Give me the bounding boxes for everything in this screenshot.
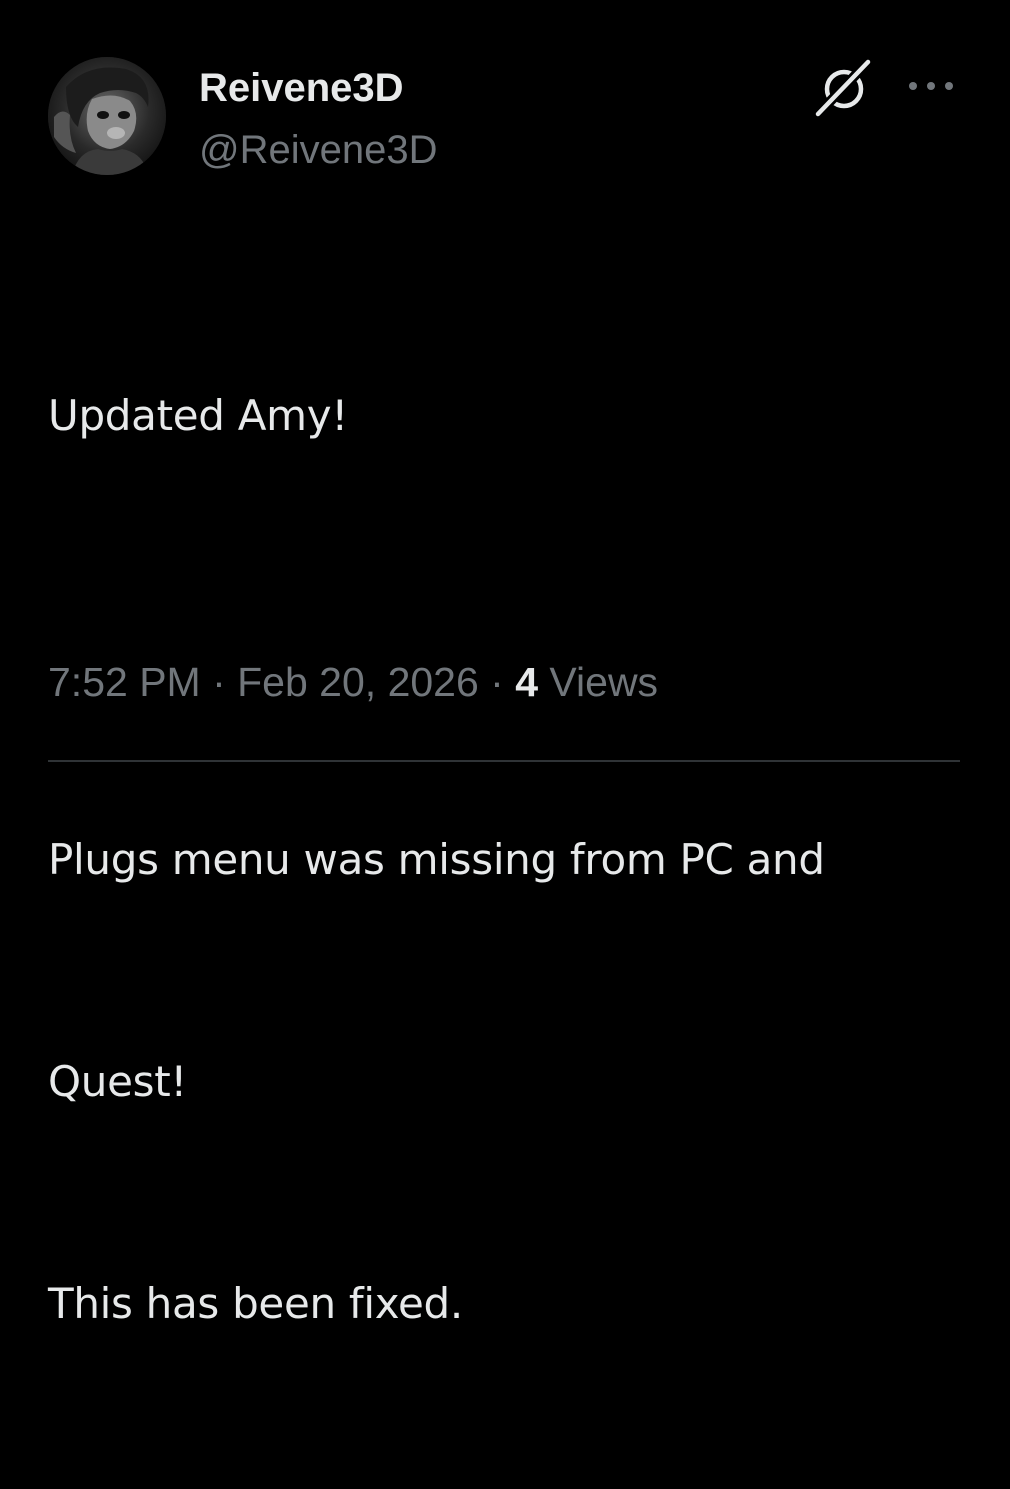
tweet-time-link[interactable]: 7:52 PM · Feb 20, 2026: [48, 659, 479, 705]
meta-separator: ·: [478, 659, 516, 705]
views-link[interactable]: 4 Views: [515, 659, 658, 705]
tweet-time: 7:52 PM: [48, 659, 201, 705]
tweet-text-line: Plugs menu was missing from PC and: [48, 835, 825, 884]
author-handle[interactable]: @Reivene3D: [199, 126, 438, 174]
author-avatar[interactable]: [48, 57, 166, 175]
tweet-meta: 7:52 PM · Feb 20, 2026 · 4 Views: [48, 656, 658, 708]
tweet-text-line: Quest!: [48, 1057, 187, 1106]
tweet-text-line: This has been fixed.: [48, 1279, 463, 1328]
more-options-button[interactable]: [903, 66, 959, 106]
tweet-detail: Reivene3D @Reivene3D Updated Amy! Plugs …: [0, 0, 1010, 1328]
more-options-icon: [909, 82, 953, 90]
avatar-image-icon: [48, 57, 166, 175]
divider: [48, 760, 960, 762]
tweet-text: Updated Amy! Plugs menu was missing from…: [48, 231, 978, 1489]
views-count: 4: [515, 659, 539, 705]
grok-icon: [813, 57, 873, 119]
grok-button[interactable]: [810, 56, 876, 119]
author-display-name[interactable]: Reivene3D: [199, 64, 404, 112]
tweet-text-line: Updated Amy!: [48, 391, 348, 440]
tweet-date: Feb 20, 2026: [237, 659, 479, 705]
views-label: Views: [538, 659, 659, 705]
meta-separator: ·: [200, 659, 238, 705]
